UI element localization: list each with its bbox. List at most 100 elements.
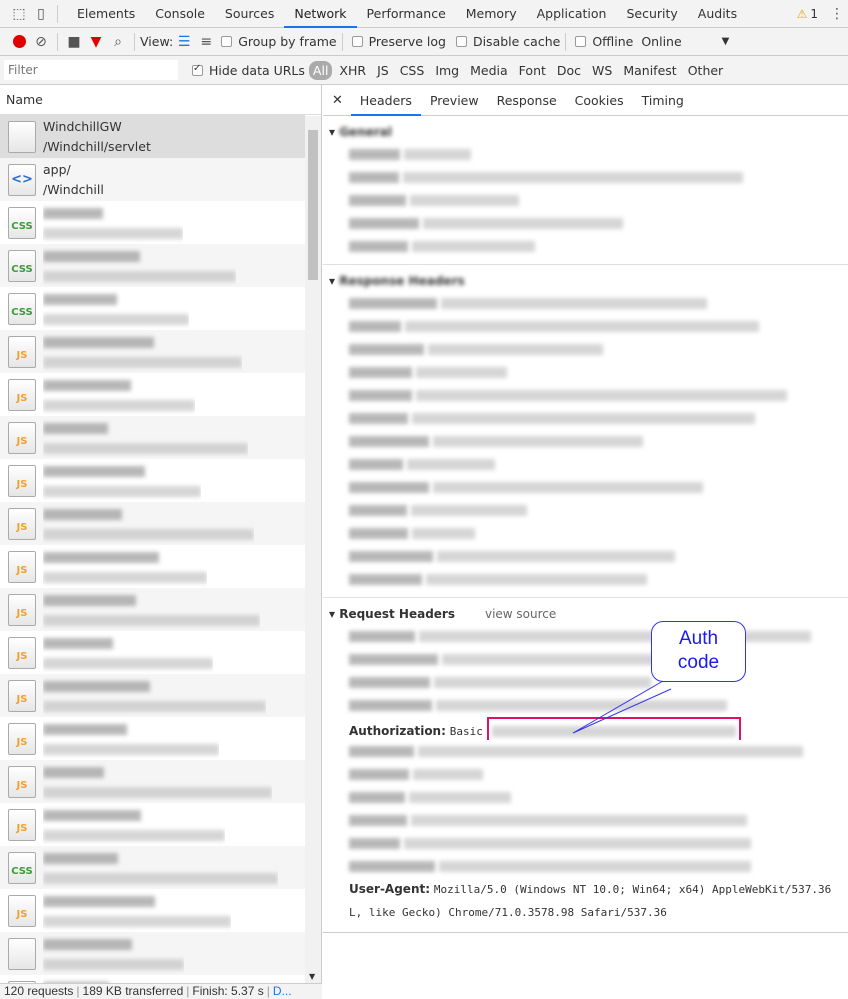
scrollbar[interactable]: ▼	[305, 116, 321, 983]
filter-type-doc[interactable]: Doc	[553, 63, 585, 78]
request-row[interactable]: JS	[0, 459, 305, 502]
tab-console[interactable]: Console	[145, 0, 215, 28]
request-row[interactable]: JS	[0, 330, 305, 373]
blurred-header-line	[329, 143, 848, 166]
tab-performance[interactable]: Performance	[357, 0, 456, 28]
tab-audits[interactable]: Audits	[688, 0, 747, 28]
name-column-header[interactable]: Name	[0, 85, 321, 115]
request-row[interactable]: WindchillGW/Windchill/servlet	[0, 115, 305, 158]
filter-input[interactable]	[4, 60, 178, 80]
request-row[interactable]: CSS	[0, 846, 305, 889]
filter-type-xhr[interactable]: XHR	[335, 63, 370, 78]
request-row[interactable]: JS	[0, 803, 305, 846]
details-tab-headers[interactable]: Headers	[350, 85, 421, 116]
scrollbar-thumb[interactable]	[308, 130, 318, 280]
request-row[interactable]: JS	[0, 588, 305, 631]
throttling-select[interactable]: Online	[641, 34, 681, 49]
request-row[interactable]: CSS	[0, 287, 305, 330]
filter-type-ws[interactable]: WS	[588, 63, 616, 78]
record-icon[interactable]	[8, 31, 30, 53]
header-value: Mozilla/5.0 (Windows NT 10.0; Win64; x64…	[433, 883, 832, 896]
filter-type-css[interactable]: CSS	[396, 63, 429, 78]
details-tab-response[interactable]: Response	[488, 85, 566, 116]
filter-type-img[interactable]: Img	[431, 63, 463, 78]
chevron-down-icon[interactable]: ▼	[722, 36, 730, 47]
user-agent-header: User-Agent: Mozilla/5.0 (Windows NT 10.0…	[329, 878, 848, 901]
more-menu-icon[interactable]: ⋮	[826, 3, 848, 25]
request-row[interactable]: JS	[0, 373, 305, 416]
overview-icon[interactable]: ≡	[195, 31, 217, 53]
request-headers-toggle[interactable]: ▾ Request Headers view source	[329, 603, 848, 625]
blurred-header-line	[329, 166, 848, 189]
request-row[interactable]: JS	[0, 502, 305, 545]
js-file-icon: JS	[8, 765, 36, 798]
auth-code-callout: Auth code	[651, 621, 746, 682]
request-row[interactable]: JS	[0, 416, 305, 459]
request-row[interactable]: JS	[0, 545, 305, 588]
close-icon[interactable]: ✕	[323, 93, 351, 108]
filter-type-media[interactable]: Media	[466, 63, 512, 78]
warning-icon[interactable]: ⚠	[797, 7, 808, 21]
hide-data-urls-checkbox[interactable]	[192, 63, 203, 76]
response-headers-toggle[interactable]: ▾ Response Headers	[329, 270, 848, 292]
filter-type-js[interactable]: JS	[373, 63, 393, 78]
request-row[interactable]: CSS	[0, 244, 305, 287]
filter-bar: Hide data URLs AllXHRJSCSSImgMediaFontDo…	[0, 56, 848, 85]
tab-sources[interactable]: Sources	[215, 0, 284, 28]
clear-icon[interactable]: ⊘	[30, 31, 52, 53]
request-row[interactable]: CSS	[0, 201, 305, 244]
offline-checkbox[interactable]	[575, 36, 587, 47]
tab-memory[interactable]: Memory	[456, 0, 527, 28]
tab-network[interactable]: Network	[284, 0, 357, 28]
view-source-link[interactable]: view source	[485, 607, 556, 621]
details-tab-timing[interactable]: Timing	[633, 85, 693, 116]
callout-line: code	[677, 652, 720, 673]
filter-type-other[interactable]: Other	[684, 63, 728, 78]
inspect-element-icon[interactable]: ⬚	[8, 3, 30, 25]
blurred-header-line	[329, 384, 848, 407]
request-row[interactable]: <> app/ /Windchill	[0, 158, 305, 201]
request-row[interactable]: JS	[0, 717, 305, 760]
preserve-log-checkbox[interactable]	[351, 36, 363, 47]
callout-line: Auth	[678, 628, 719, 649]
divider	[565, 32, 567, 51]
request-row[interactable]: JS	[0, 760, 305, 803]
header-value-cont: L, like Gecko) Chrome/71.0.3578.98 Safar…	[349, 906, 667, 919]
details-tab-preview[interactable]: Preview	[421, 85, 488, 116]
blurred-path	[43, 614, 260, 626]
warning-count[interactable]: 1	[810, 7, 818, 21]
request-row[interactable]: JS	[0, 889, 305, 932]
request-row[interactable]: JS	[0, 975, 305, 983]
blurred-path	[43, 571, 207, 583]
request-row[interactable]: JS	[0, 631, 305, 674]
blurred-header-line	[329, 430, 848, 453]
request-row[interactable]	[0, 932, 305, 975]
details-tab-cookies[interactable]: Cookies	[566, 85, 633, 116]
filter-type-all[interactable]: All	[308, 60, 333, 80]
tab-elements[interactable]: Elements	[67, 0, 145, 28]
filter-type-manifest[interactable]: Manifest	[619, 63, 680, 78]
tab-application[interactable]: Application	[527, 0, 617, 28]
filter-type-font[interactable]: Font	[515, 63, 550, 78]
general-section: ▾ General	[323, 116, 848, 265]
tab-security[interactable]: Security	[616, 0, 687, 28]
large-rows-icon[interactable]: ☰	[173, 31, 195, 53]
js-file-icon: JS	[8, 679, 36, 712]
scroll-down-icon[interactable]: ▼	[309, 972, 315, 981]
blurred-name	[43, 809, 141, 821]
response-headers-section: ▾ Response Headers	[323, 265, 848, 598]
blurred-path	[43, 915, 231, 927]
device-toolbar-icon[interactable]: ▯	[30, 3, 52, 25]
capture-screenshots-icon[interactable]: ■	[63, 31, 85, 53]
divider: |	[186, 984, 190, 998]
filter-icon[interactable]: ▼	[85, 31, 107, 53]
blurred-name	[43, 637, 113, 649]
blurred-path	[43, 227, 183, 239]
general-toggle[interactable]: ▾ General	[329, 121, 848, 143]
request-headers-title: Request Headers	[339, 607, 455, 621]
search-icon[interactable]: ⌕	[107, 31, 129, 53]
blurred-name	[43, 207, 103, 219]
disable-cache-checkbox[interactable]	[455, 36, 467, 47]
group-by-frame-checkbox[interactable]	[221, 36, 233, 47]
request-row[interactable]: JS	[0, 674, 305, 717]
